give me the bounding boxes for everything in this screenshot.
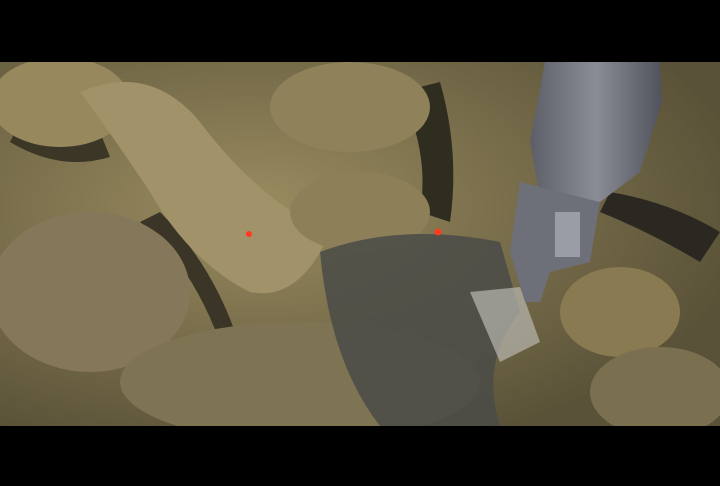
rock-lobe (270, 62, 430, 152)
seafloor-scene (0, 62, 720, 426)
laser-dot (246, 231, 252, 237)
rock-lobe (560, 267, 680, 357)
laser-dot (434, 228, 442, 236)
seafloor-video-frame (0, 62, 720, 426)
letterbox-bottom (0, 426, 720, 486)
letterbox-top (0, 0, 720, 62)
claw-jaw (555, 212, 580, 257)
